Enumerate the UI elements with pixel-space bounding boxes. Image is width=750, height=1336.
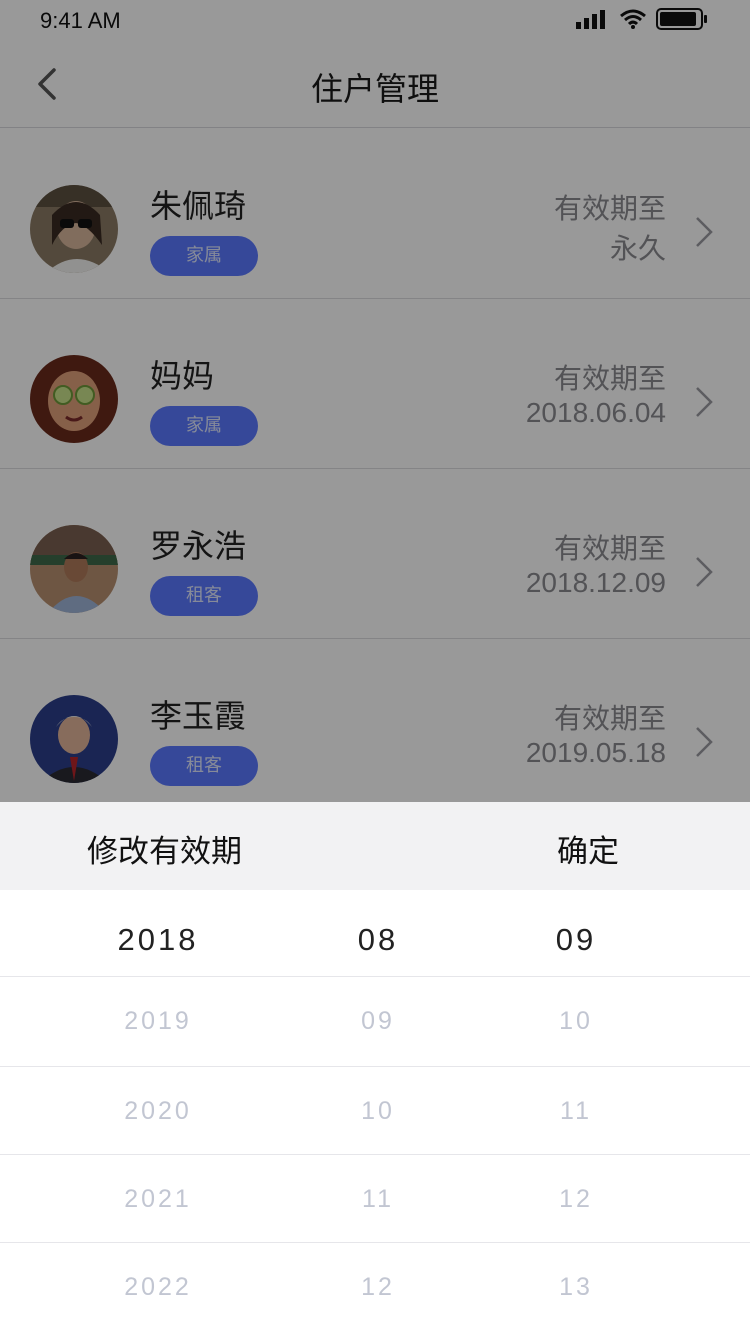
- date-picker-sheet: 修改有效期 确定 2018 08 09 2019 09 10 2020 10 1…: [0, 802, 750, 1336]
- picker-day-option[interactable]: 12: [496, 1185, 656, 1214]
- picker-month-option[interactable]: 10: [298, 1097, 458, 1126]
- picker-option-row[interactable]: 2019 09 10: [0, 977, 750, 1067]
- picker-option-row[interactable]: 2022 12 13: [0, 1243, 750, 1336]
- confirm-button[interactable]: 确定: [557, 826, 619, 871]
- picker-month-option[interactable]: 09: [298, 1007, 458, 1036]
- picker-day-option[interactable]: 13: [496, 1273, 656, 1302]
- picker-year[interactable]: 2018: [78, 922, 238, 958]
- picker-title: 修改有效期: [87, 834, 242, 870]
- picker-day[interactable]: 09: [496, 922, 656, 958]
- picker-year-option[interactable]: 2020: [78, 1097, 238, 1126]
- picker-header: 修改有效期 确定: [0, 802, 750, 890]
- picker-option-row[interactable]: 2021 11 12: [0, 1155, 750, 1243]
- picker-year-option[interactable]: 2019: [78, 1007, 238, 1036]
- picker-day-option[interactable]: 11: [496, 1097, 656, 1126]
- picker-day-option[interactable]: 10: [496, 1007, 656, 1036]
- picker-month[interactable]: 08: [298, 922, 458, 958]
- date-picker-wheel[interactable]: 2018 08 09 2019 09 10 2020 10 11 2021 11…: [0, 890, 750, 1336]
- picker-year-option[interactable]: 2022: [78, 1273, 238, 1302]
- picker-option-row[interactable]: 2020 10 11: [0, 1067, 750, 1155]
- picker-selected-row[interactable]: 2018 08 09: [0, 890, 750, 977]
- picker-year-option[interactable]: 2021: [78, 1185, 238, 1214]
- picker-month-option[interactable]: 12: [298, 1273, 458, 1302]
- picker-month-option[interactable]: 11: [298, 1185, 458, 1214]
